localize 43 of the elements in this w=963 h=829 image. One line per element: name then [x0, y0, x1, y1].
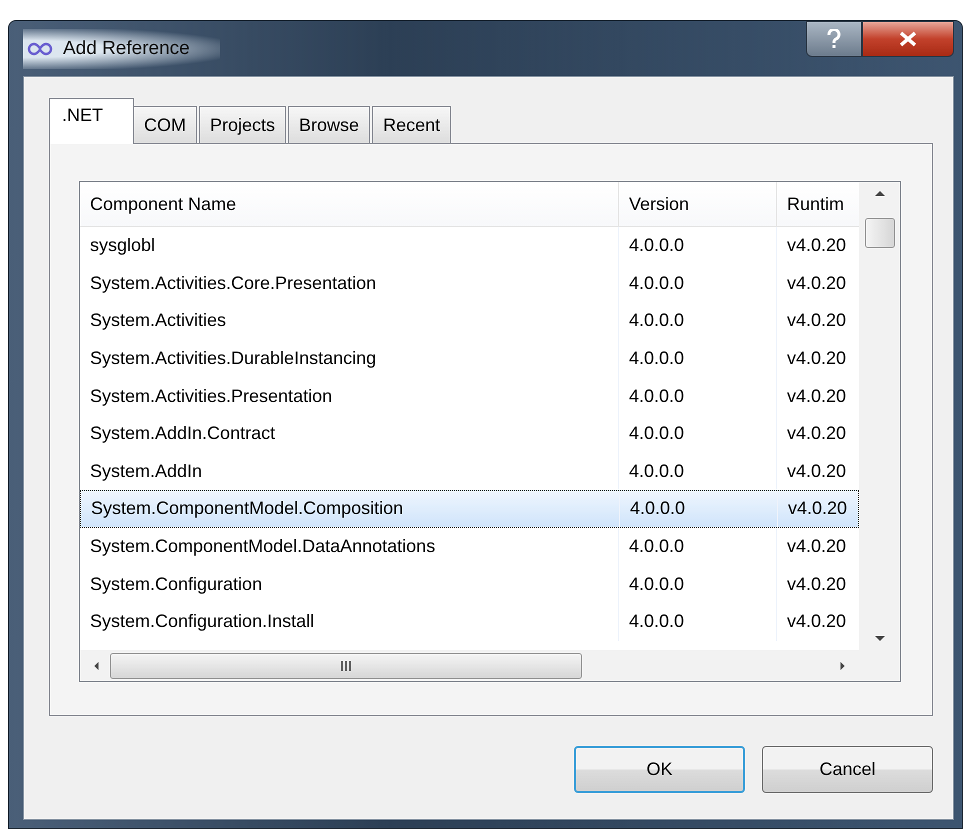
table-cell: System.Activities — [80, 302, 619, 340]
table-cell: sysglobl — [80, 227, 619, 265]
close-button[interactable] — [862, 21, 954, 57]
table-cell: 4.0.0.0 — [619, 414, 777, 453]
vertical-scrollbar[interactable] — [859, 182, 900, 650]
table-cell: 4.0.0.0 — [619, 565, 777, 603]
table-cell: System.Activities.Core.Presentation — [80, 264, 619, 302]
table-cell: System.AddIn.Contract — [80, 414, 619, 453]
help-button[interactable] — [806, 21, 862, 57]
table-cell: 4.0.0.0 — [619, 340, 777, 378]
infinity-icon — [27, 42, 53, 56]
tab[interactable]: COM — [133, 106, 198, 144]
cancel-button[interactable]: Cancel — [762, 746, 933, 793]
table-cell: 4.0.0.0 — [620, 491, 778, 527]
help-icon — [827, 29, 841, 49]
table-cell: System.Activities.DurableInstancing — [80, 340, 619, 378]
down-arrow-icon[interactable] — [874, 634, 886, 644]
table-cell: 4.0.0.0 — [619, 528, 777, 566]
column-header[interactable]: Version — [619, 182, 777, 226]
tab[interactable]: .NET — [49, 98, 134, 144]
table-cell: System.Configuration — [80, 565, 619, 603]
horizontal-scrollbar[interactable] — [80, 650, 859, 681]
table-cell: System.ComponentModel.Composition — [81, 491, 620, 527]
column-header[interactable]: Component Name — [80, 182, 619, 226]
up-arrow-icon[interactable] — [874, 188, 886, 198]
table-cell: 4.0.0.0 — [619, 377, 777, 415]
scroll-thumb[interactable] — [864, 218, 894, 248]
scroll-thumb[interactable] — [110, 652, 582, 678]
table-cell: 4.0.0.0 — [619, 264, 777, 302]
grip-icon — [340, 660, 352, 670]
ok-button[interactable]: OK — [574, 746, 745, 793]
tab[interactable]: Browse — [288, 106, 370, 144]
table-cell: 4.0.0.0 — [619, 227, 777, 265]
tab[interactable]: Recent — [372, 106, 452, 144]
window-title: Add Reference — [63, 38, 190, 60]
list-row[interactable]: System.ComponentModel.Composition 4.0.0.0 v4.0.20 — [80, 490, 859, 528]
table-cell: System.Configuration.Install — [80, 602, 619, 641]
tab[interactable]: Projects — [199, 106, 286, 144]
table-cell: 4.0.0.0 — [619, 302, 777, 340]
table-cell: System.Activities.Presentation — [80, 377, 619, 415]
table-cell: System.ComponentModel.DataAnnotations — [80, 528, 619, 566]
table-cell: 4.0.0.0 — [619, 602, 777, 641]
close-icon — [899, 31, 917, 47]
